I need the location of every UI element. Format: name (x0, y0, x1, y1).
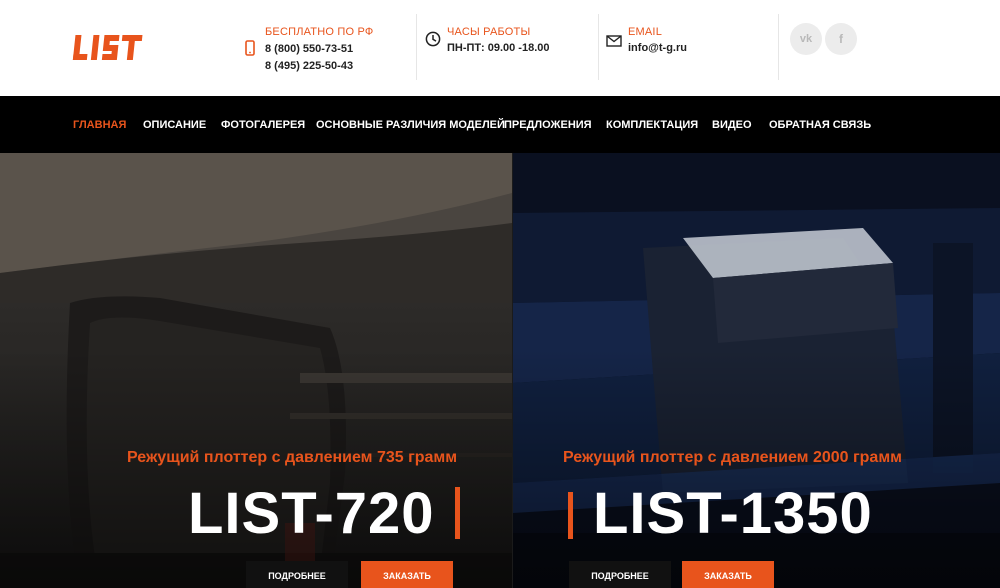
contact-email-label: EMAIL (628, 26, 663, 38)
envelope-icon (606, 34, 622, 50)
nav-item-feedback[interactable]: ОБРАТНАЯ СВЯЗЬ (769, 119, 871, 131)
hero-subtitle: Режущий плоттер с давлением 2000 грамм (563, 449, 902, 466)
contact-hours-label: ЧАСЫ РАБОТЫ (447, 26, 531, 38)
contact-hours: ЧАСЫ РАБОТЫ ПН-ПТ: 09.00 -18.00 (416, 14, 598, 80)
phone-number-1[interactable]: 8 (800) 550-73-51 (265, 43, 353, 55)
contact-phone-label: БЕСПЛАТНО ПО РФ (265, 26, 374, 38)
accent-bar (455, 487, 460, 539)
email-address[interactable]: info@t-g.ru (628, 42, 687, 54)
contact-phone: БЕСПЛАТНО ПО РФ 8 (800) 550-73-51 8 (495… (236, 14, 416, 80)
nav-item-description[interactable]: ОПИСАНИЕ (143, 119, 206, 131)
nav-item-gallery[interactable]: ФОТОГАЛЕРЕЯ (221, 119, 305, 131)
accent-bar (568, 492, 573, 539)
hero-model-title: LIST-1350 (593, 481, 873, 546)
hero-section: Режущий плоттер с давлением 735 грамм LI… (0, 153, 1000, 588)
more-button[interactable]: ПОДРОБНЕЕ (569, 561, 671, 588)
phone-number-2[interactable]: 8 (495) 225-50-43 (265, 60, 353, 72)
clock-icon (425, 31, 441, 47)
main-nav: ГЛАВНАЯ ОПИСАНИЕ ФОТОГАЛЕРЕЯ ОСНОВНЫЕ РА… (0, 96, 1000, 153)
social-links: vk f (778, 14, 878, 80)
contact-email: EMAIL info@t-g.ru (598, 14, 778, 80)
more-button[interactable]: ПОДРОБНЕЕ (246, 561, 348, 588)
hero-slide-list-720: Режущий плоттер с давлением 735 грамм LI… (0, 153, 512, 588)
working-hours: ПН-ПТ: 09.00 -18.00 (447, 42, 550, 54)
mobile-phone-icon (244, 40, 260, 56)
hero-subtitle: Режущий плоттер с давлением 735 грамм (127, 449, 458, 466)
header: БЕСПЛАТНО ПО РФ 8 (800) 550-73-51 8 (495… (0, 0, 1000, 96)
hero-model-title: LIST-720 (188, 481, 435, 546)
nav-item-equipment[interactable]: КОМПЛЕКТАЦИЯ (606, 119, 698, 131)
logo[interactable] (72, 30, 146, 64)
list-logo-icon (72, 35, 143, 60)
nav-item-offers[interactable]: ПРЕДЛОЖЕНИЯ (504, 119, 592, 131)
nav-item-model-differences[interactable]: ОСНОВНЫЕ РАЗЛИЧИЯ МОДЕЛЕЙ (316, 119, 505, 131)
order-button[interactable]: ЗАКАЗАТЬ (682, 561, 774, 588)
facebook-icon[interactable]: f (825, 23, 857, 55)
vk-icon[interactable]: vk (790, 23, 822, 55)
order-button[interactable]: ЗАКАЗАТЬ (361, 561, 453, 588)
hero-slide-list-1350: Режущий плоттер с давлением 2000 грамм L… (512, 153, 1000, 588)
nav-item-home[interactable]: ГЛАВНАЯ (73, 119, 126, 131)
nav-item-video[interactable]: ВИДЕО (712, 119, 752, 131)
